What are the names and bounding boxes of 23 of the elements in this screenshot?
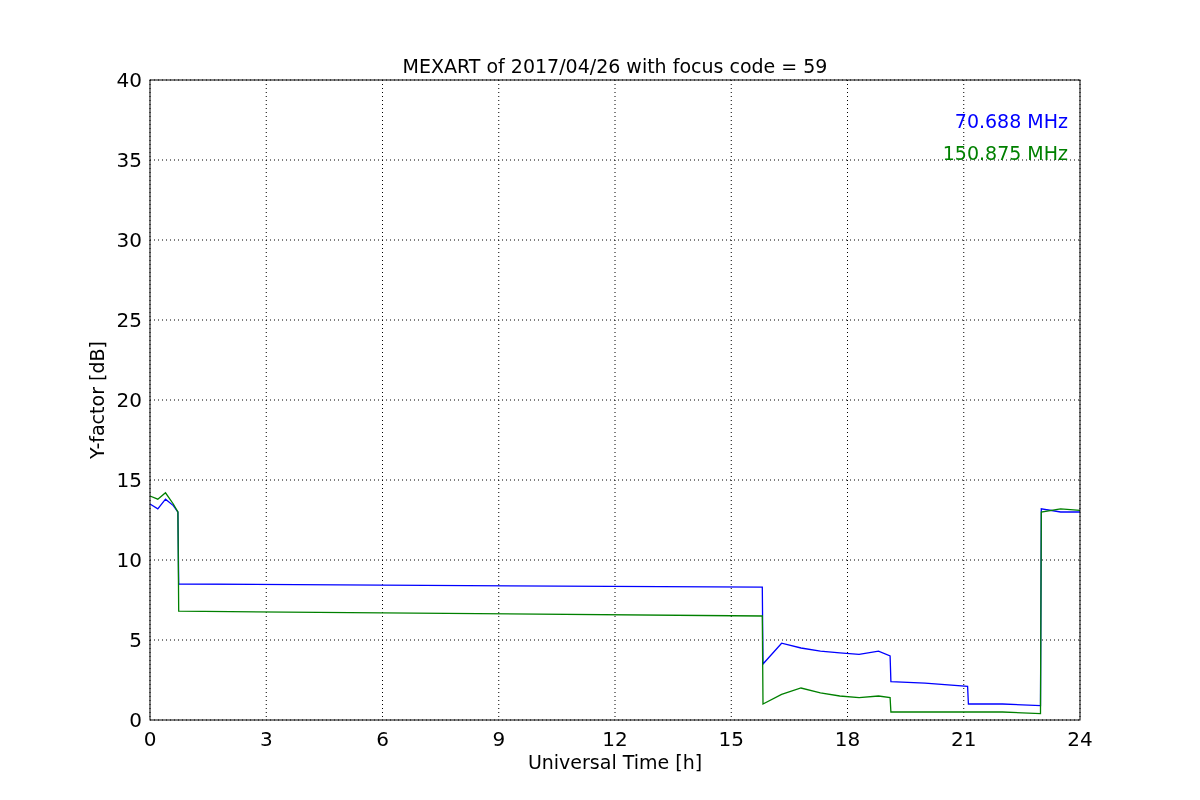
tick-label: 10: [116, 548, 142, 572]
axis-label: Universal Time [h]: [527, 751, 703, 773]
axis-label: Y-factor [dB]: [86, 341, 108, 459]
tick-label: 21: [951, 727, 977, 751]
tick-label: 9: [492, 727, 506, 751]
tick-label: 15: [718, 727, 744, 751]
tick-label: 12: [602, 727, 628, 751]
tick-label: 0: [143, 727, 157, 751]
tick-label: 15: [116, 468, 142, 492]
tick-label: 5: [129, 628, 142, 652]
legend-label: 70.688 MHz: [954, 110, 1068, 132]
tick-label: 20: [116, 388, 142, 412]
tick-label: 25: [116, 308, 142, 332]
legend-label: 150.875 MHz: [942, 142, 1068, 164]
tick-label: 35: [116, 148, 142, 172]
chart-title: MEXART of 2017/04/26 with focus code = 59: [402, 55, 828, 77]
tick-label: 18: [834, 727, 861, 751]
tick-label: 24: [1067, 727, 1093, 751]
tick-label: 40: [116, 68, 142, 92]
tick-label: 0: [129, 708, 142, 732]
tick-label: 30: [116, 228, 142, 252]
tick-label: 6: [376, 727, 389, 751]
tick-label: 3: [259, 727, 273, 751]
